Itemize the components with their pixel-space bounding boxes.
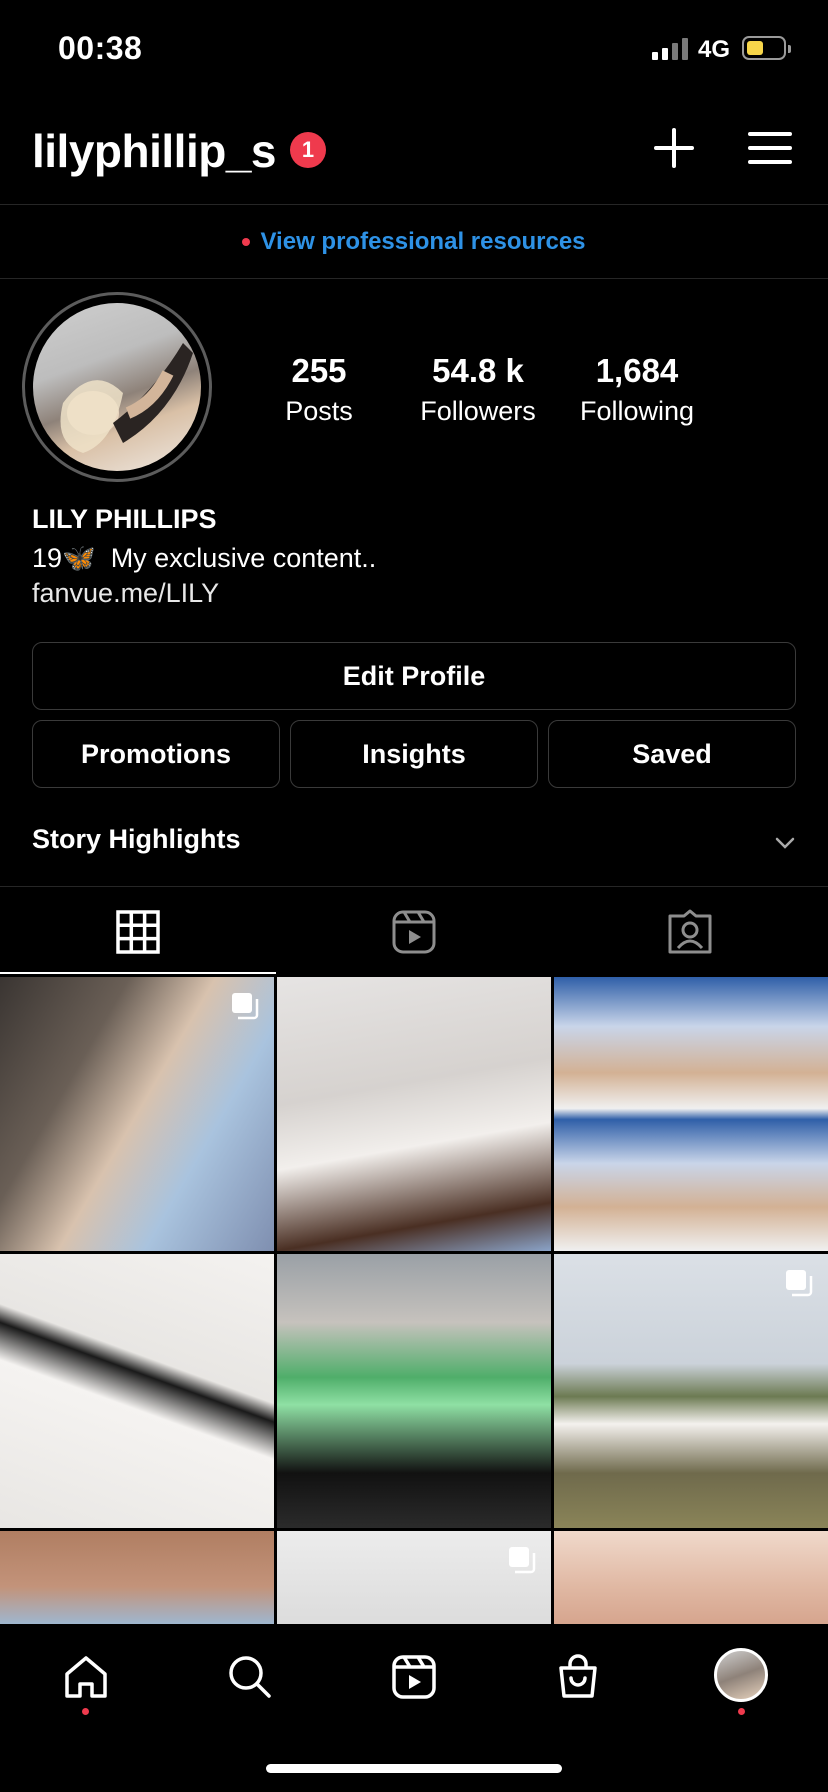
shop-icon[interactable]: [553, 1652, 603, 1702]
divider: [0, 204, 828, 205]
stat-followers[interactable]: 54.8 k Followers: [403, 352, 553, 427]
saved-button[interactable]: Saved: [548, 720, 796, 788]
post-thumbnail[interactable]: [0, 1531, 274, 1624]
post-thumbnail[interactable]: [0, 977, 274, 1251]
reels-icon[interactable]: [388, 906, 440, 958]
bio-text: My exclusive content..: [110, 543, 377, 573]
reels-icon[interactable]: [389, 1652, 439, 1702]
promotions-button[interactable]: Promotions: [32, 720, 280, 788]
post-thumbnail[interactable]: [277, 1531, 551, 1624]
home-indicator: [266, 1764, 562, 1773]
signal-icon: [652, 36, 690, 60]
chevron-down-icon[interactable]: [774, 836, 796, 850]
battery-icon: [742, 36, 791, 60]
stat-label: Followers: [420, 396, 536, 426]
plus-icon[interactable]: [652, 126, 696, 170]
home-icon[interactable]: [61, 1652, 111, 1702]
network-type: 4G: [698, 36, 731, 63]
professional-resources-row[interactable]: View professional resources: [0, 206, 828, 278]
divider: [0, 278, 828, 279]
story-highlights-label[interactable]: Story Highlights: [32, 824, 241, 855]
stat-following[interactable]: 1,684 Following: [562, 352, 712, 427]
insights-button[interactable]: Insights: [290, 720, 538, 788]
professional-resources-link[interactable]: View professional resources: [260, 228, 585, 255]
active-tab-indicator: [0, 972, 276, 974]
notification-badge[interactable]: 1: [290, 132, 326, 168]
stat-label: Following: [579, 396, 695, 426]
tagged-icon[interactable]: [664, 906, 716, 958]
bio-age: 19: [32, 543, 63, 573]
stat-value: 1,684: [595, 352, 679, 389]
post-thumbnail[interactable]: [554, 1254, 828, 1528]
post-thumbnail[interactable]: [277, 977, 551, 1251]
unread-dot: [242, 238, 251, 246]
stat-posts[interactable]: 255 Posts: [244, 352, 394, 427]
multiple-photos-icon: [509, 1547, 536, 1574]
post-thumbnail[interactable]: [554, 977, 828, 1251]
profile-bio: 19🦋 My exclusive content..: [32, 542, 376, 574]
stat-value: 255: [291, 352, 347, 389]
edit-profile-button[interactable]: Edit Profile: [32, 642, 796, 710]
profile-notification-dot: [738, 1708, 745, 1715]
search-icon[interactable]: [225, 1652, 275, 1702]
post-thumbnail[interactable]: [554, 1531, 828, 1624]
butterfly-emoji: 🦋: [62, 543, 96, 573]
multiple-photos-icon: [786, 1270, 813, 1297]
menu-icon[interactable]: [748, 130, 792, 166]
status-time: 00:38: [58, 30, 143, 66]
profile-avatar[interactable]: [714, 1648, 768, 1702]
avatar[interactable]: [33, 303, 201, 471]
home-notification-dot: [82, 1708, 89, 1715]
post-thumbnail[interactable]: [0, 1254, 274, 1528]
profile-username[interactable]: lilyphillip_s: [32, 124, 277, 178]
profile-full-name: LILY PHILLIPS: [32, 504, 217, 534]
profile-link[interactable]: fanvue.me/LILY: [32, 578, 219, 609]
grid-icon[interactable]: [112, 906, 164, 958]
stat-label: Posts: [285, 396, 353, 426]
multiple-photos-icon: [232, 993, 259, 1020]
divider: [0, 886, 828, 887]
stat-value: 54.8 k: [432, 352, 524, 389]
post-thumbnail[interactable]: [277, 1254, 551, 1528]
